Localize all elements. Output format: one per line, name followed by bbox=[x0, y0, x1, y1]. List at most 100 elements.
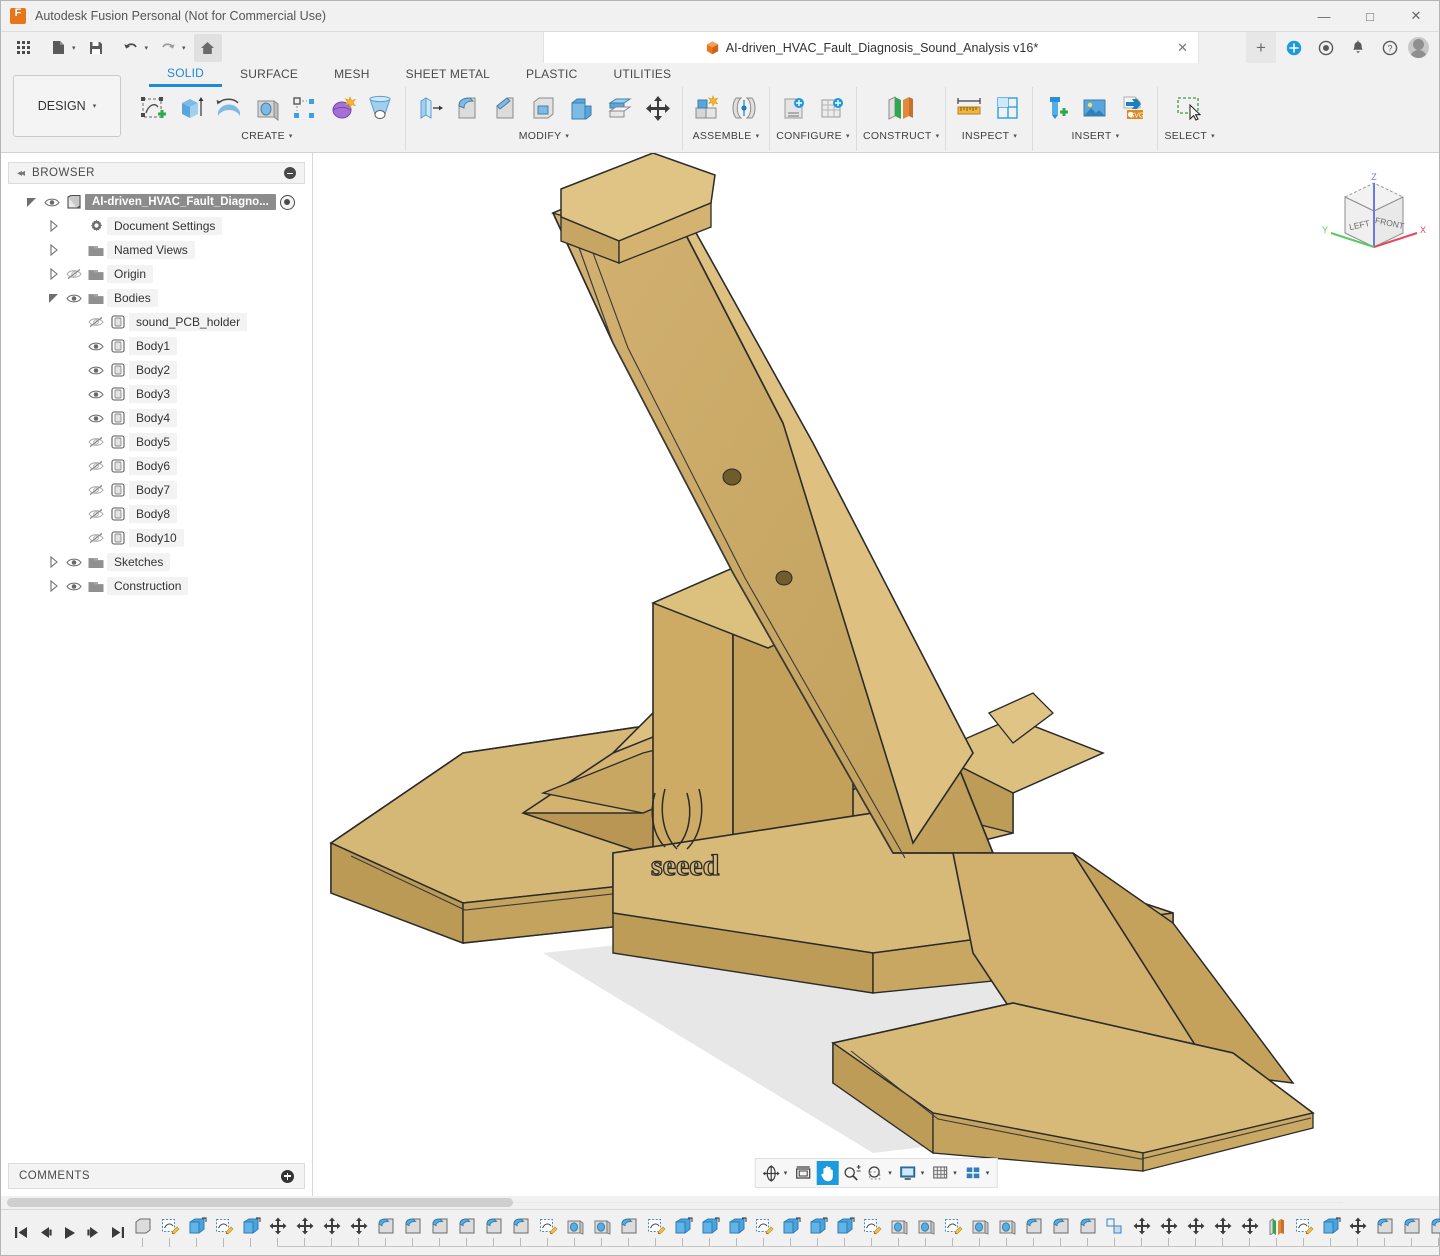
browser-node-body1[interactable]: Body1 bbox=[1, 334, 312, 358]
new-file-caret-icon[interactable]: ▾ bbox=[72, 44, 76, 52]
hole-icon[interactable] bbox=[249, 90, 285, 128]
display-settings-caret-icon[interactable]: ▾ bbox=[921, 1169, 925, 1177]
timeline-feature-0[interactable] bbox=[129, 1213, 156, 1251]
activate-component-radio[interactable] bbox=[280, 195, 295, 210]
step-forward-icon[interactable] bbox=[81, 1220, 105, 1246]
display-settings-icon[interactable] bbox=[897, 1161, 919, 1185]
tab-sheet-metal[interactable]: SHEET METAL bbox=[388, 65, 508, 87]
view-cube[interactable]: LEFT FRONT Z Y X bbox=[1319, 171, 1429, 271]
scrollbar-thumb[interactable] bbox=[7, 1198, 513, 1207]
look-at-icon[interactable] bbox=[792, 1161, 814, 1185]
configure-design-icon[interactable] bbox=[776, 90, 812, 128]
go-to-beginning-icon[interactable] bbox=[9, 1220, 33, 1246]
workspace-switcher[interactable]: DESIGN ▾ bbox=[13, 75, 121, 137]
rectangular-pattern-icon[interactable] bbox=[287, 90, 323, 128]
insert-mcmaster-icon[interactable] bbox=[1039, 90, 1075, 128]
timeline-feature-list[interactable] bbox=[129, 1210, 1440, 1255]
browser-node-body4[interactable]: Body4 bbox=[1, 406, 312, 430]
configuration-table-icon[interactable] bbox=[814, 90, 850, 128]
tab-utilities[interactable]: UTILITIES bbox=[595, 65, 689, 87]
panel-title-inspect[interactable]: INSPECT ▾ bbox=[962, 130, 1017, 142]
visibility-eye-off-icon[interactable] bbox=[85, 436, 107, 448]
fit-icon[interactable] bbox=[864, 1161, 886, 1185]
form-icon[interactable] bbox=[325, 90, 361, 128]
tab-mesh[interactable]: MESH bbox=[316, 65, 387, 87]
home-icon[interactable] bbox=[194, 34, 222, 62]
viewports-icon[interactable] bbox=[962, 1161, 984, 1185]
browser-node-body5[interactable]: Body5 bbox=[1, 430, 312, 454]
zoom-icon[interactable] bbox=[840, 1161, 862, 1185]
panel-title-assemble[interactable]: ASSEMBLE ▾ bbox=[693, 130, 760, 142]
expand-arrow-closed-icon[interactable] bbox=[45, 556, 63, 568]
visibility-eye-icon[interactable] bbox=[41, 197, 63, 208]
extrude-icon[interactable] bbox=[173, 90, 209, 128]
orbit-caret-icon[interactable]: ▾ bbox=[784, 1169, 788, 1177]
loft-icon[interactable] bbox=[363, 90, 399, 128]
add-comment-icon[interactable] bbox=[281, 1170, 294, 1183]
offset-plane-icon[interactable] bbox=[883, 90, 919, 128]
visibility-eye-icon[interactable] bbox=[85, 341, 107, 352]
visibility-eye-icon[interactable] bbox=[85, 413, 107, 424]
new-file-icon[interactable] bbox=[45, 35, 71, 61]
viewports-caret-icon[interactable]: ▾ bbox=[986, 1169, 990, 1177]
panel-title-construct[interactable]: CONSTRUCT ▾ bbox=[863, 130, 939, 142]
account-avatar[interactable] bbox=[1408, 37, 1429, 58]
notifications-icon[interactable] bbox=[1344, 34, 1372, 62]
select-window-icon[interactable] bbox=[1172, 90, 1208, 128]
chamfer-icon[interactable] bbox=[488, 90, 524, 128]
browser-node-ai-driven-hvac-fault-diagno[interactable]: AI-driven_HVAC_Fault_Diagno... bbox=[1, 190, 312, 214]
visibility-eye-off-icon[interactable] bbox=[85, 484, 107, 496]
insert-image-icon[interactable] bbox=[1077, 90, 1113, 128]
document-tab[interactable]: AI-driven_HVAC_Fault_Diagnosis_Sound_Ana… bbox=[543, 32, 1199, 63]
tab-solid[interactable]: SOLID bbox=[149, 65, 222, 87]
fit-caret-icon[interactable]: ▾ bbox=[888, 1169, 892, 1177]
timeline-feature-3[interactable] bbox=[210, 1213, 237, 1251]
play-icon[interactable] bbox=[57, 1220, 81, 1246]
visibility-eye-off-icon[interactable] bbox=[85, 316, 107, 328]
visibility-eye-icon[interactable] bbox=[63, 557, 85, 568]
browser-node-sound-pcb-holder[interactable]: sound_PCB_holder bbox=[1, 310, 312, 334]
redo-caret-icon[interactable]: ▾ bbox=[182, 44, 186, 52]
close-icon[interactable]: ✕ bbox=[1177, 40, 1188, 56]
browser-node-construction[interactable]: Construction bbox=[1, 574, 312, 598]
step-back-icon[interactable] bbox=[33, 1220, 57, 1246]
visibility-eye-off-icon[interactable] bbox=[85, 460, 107, 472]
expand-arrow-closed-icon[interactable] bbox=[45, 580, 63, 592]
shell-icon[interactable] bbox=[526, 90, 562, 128]
timeline-feature-1[interactable] bbox=[156, 1213, 183, 1251]
new-tab-button[interactable]: + bbox=[1246, 32, 1276, 63]
panel-title-modify[interactable]: MODIFY ▾ bbox=[519, 130, 569, 142]
combine-icon[interactable] bbox=[564, 90, 600, 128]
create-sketch-icon[interactable] bbox=[135, 90, 171, 128]
browser-node-body2[interactable]: Body2 bbox=[1, 358, 312, 382]
panel-title-configure[interactable]: CONFIGURE ▾ bbox=[776, 130, 850, 142]
redo-icon[interactable] bbox=[155, 35, 181, 61]
timeline-scrollbar[interactable] bbox=[1, 1196, 1439, 1209]
minimize-circle-icon[interactable] bbox=[284, 167, 296, 179]
fillet-icon[interactable] bbox=[450, 90, 486, 128]
panel-title-select[interactable]: SELECT ▾ bbox=[1164, 130, 1214, 142]
grid-snap-caret-icon[interactable]: ▾ bbox=[953, 1169, 957, 1177]
joint-icon[interactable] bbox=[727, 90, 763, 128]
expand-arrow-open-icon[interactable] bbox=[45, 292, 63, 304]
panel-title-insert[interactable]: INSERT ▾ bbox=[1071, 130, 1119, 142]
browser-node-body7[interactable]: Body7 bbox=[1, 478, 312, 502]
visibility-eye-off-icon[interactable] bbox=[63, 268, 85, 280]
close-button[interactable]: ✕ bbox=[1393, 1, 1439, 32]
minimize-button[interactable]: — bbox=[1301, 1, 1347, 32]
tab-plastic[interactable]: PLASTIC bbox=[508, 65, 595, 87]
expand-arrow-open-icon[interactable] bbox=[23, 196, 41, 208]
browser-node-bodies[interactable]: Bodies bbox=[1, 286, 312, 310]
maximize-button[interactable]: □ bbox=[1347, 1, 1393, 32]
visibility-eye-icon[interactable] bbox=[63, 293, 85, 304]
save-icon[interactable] bbox=[83, 35, 109, 61]
move-copy-icon[interactable] bbox=[640, 90, 676, 128]
orbit-icon[interactable] bbox=[760, 1161, 782, 1185]
timeline-feature-4[interactable] bbox=[237, 1213, 264, 1251]
browser-node-sketches[interactable]: Sketches bbox=[1, 550, 312, 574]
measure-icon[interactable] bbox=[952, 90, 988, 128]
tab-surface[interactable]: SURFACE bbox=[222, 65, 316, 87]
visibility-eye-icon[interactable] bbox=[85, 389, 107, 400]
help-icon[interactable]: ? bbox=[1376, 34, 1404, 62]
browser-node-named-views[interactable]: Named Views bbox=[1, 238, 312, 262]
